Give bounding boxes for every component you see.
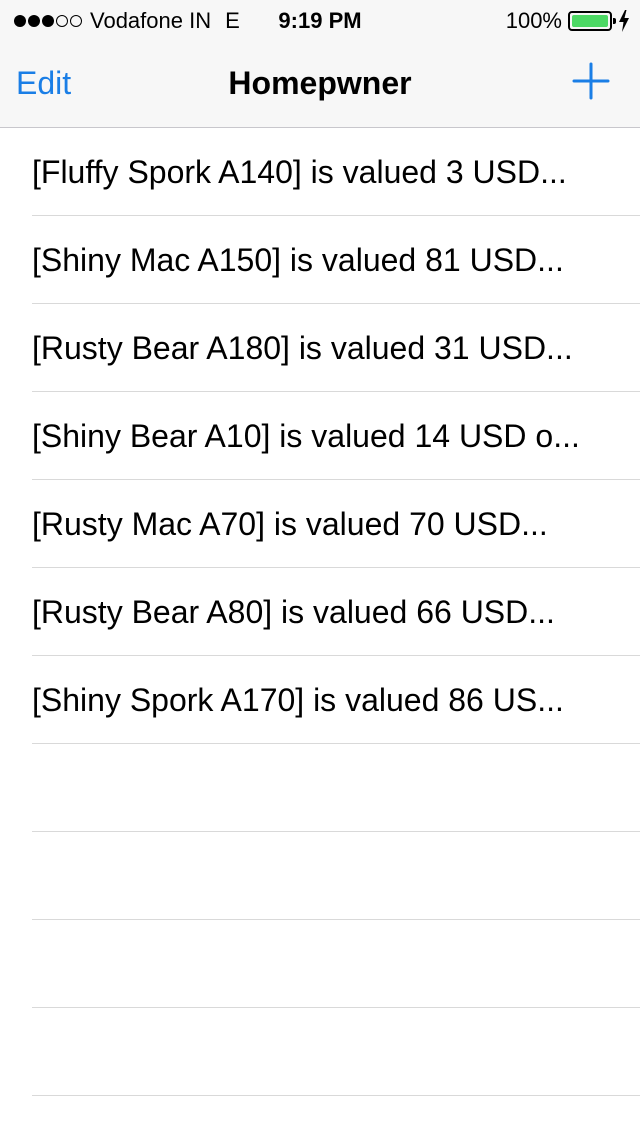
empty-table-row — [32, 1008, 640, 1096]
status-left: Vodafone IN E — [14, 8, 240, 34]
carrier-name: Vodafone IN — [90, 8, 212, 33]
table-row[interactable]: [Shiny Spork A170] is valued 86 US... — [32, 656, 640, 744]
table-row[interactable]: [Rusty Bear A80] is valued 66 USD... — [32, 568, 640, 656]
empty-table-row — [32, 744, 640, 832]
table-row[interactable]: [Rusty Bear A180] is valued 31 USD... — [32, 304, 640, 392]
battery-icon — [568, 11, 616, 31]
table-row[interactable]: [Shiny Mac A150] is valued 81 USD... — [32, 216, 640, 304]
screen: Vodafone IN E 9:19 PM 100% Edit Homepwne… — [0, 0, 640, 1136]
battery-percent: 100% — [505, 8, 562, 33]
item-label: [Rusty Mac A70] is valued 70 USD... — [32, 506, 548, 542]
signal-dot — [42, 15, 54, 27]
battery-cap — [613, 18, 616, 24]
plus-icon[interactable] — [572, 62, 610, 100]
network-type: E — [225, 8, 240, 33]
item-label: [Fluffy Spork A140] is valued 3 USD... — [32, 154, 567, 190]
header: Vodafone IN E 9:19 PM 100% Edit Homepwne… — [0, 0, 640, 128]
signal-dot — [56, 15, 68, 27]
signal-dot — [28, 15, 40, 27]
items-table[interactable]: [Fluffy Spork A140] is valued 3 USD... [… — [0, 128, 640, 1136]
empty-table-row — [32, 832, 640, 920]
status-right: 100% — [506, 8, 630, 34]
empty-table-row — [32, 920, 640, 1008]
item-label: [Rusty Bear A80] is valued 66 USD... — [32, 594, 555, 630]
table-row[interactable]: [Shiny Bear A10] is valued 14 USD o... — [32, 392, 640, 480]
table-row[interactable]: [Fluffy Spork A140] is valued 3 USD... — [32, 128, 640, 216]
edit-button[interactable]: Edit — [16, 64, 71, 102]
signal-dot — [14, 15, 26, 27]
item-label: [Shiny Mac A150] is valued 81 USD... — [32, 242, 564, 278]
item-label: [Shiny Bear A10] is valued 14 USD o... — [32, 418, 580, 454]
item-label: [Shiny Spork A170] is valued 86 US... — [32, 682, 564, 718]
signal-strength-icon — [14, 15, 82, 27]
status-bar: Vodafone IN E 9:19 PM 100% — [0, 0, 640, 40]
item-label: [Rusty Bear A180] is valued 31 USD... — [32, 330, 573, 366]
signal-dot — [70, 15, 82, 27]
table-row[interactable]: [Rusty Mac A70] is valued 70 USD... — [32, 480, 640, 568]
page-title: Homepwner — [228, 65, 412, 101]
battery-level-fill — [572, 15, 608, 27]
navigation-bar: Edit Homepwner — [0, 40, 640, 128]
charging-bolt-icon — [619, 10, 629, 32]
